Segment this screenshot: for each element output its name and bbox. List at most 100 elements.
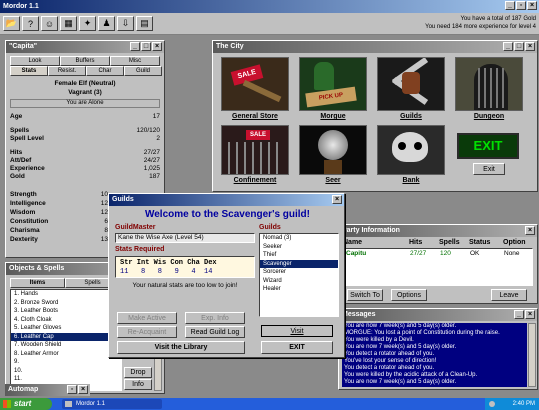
items-list[interactable]: 1. Hands 2. Bronze Sword 3. Leather Boot…: [10, 289, 122, 391]
stat-label: Age: [10, 113, 23, 120]
tab-char[interactable]: Char: [86, 66, 124, 76]
list-item[interactable]: 11.: [11, 375, 121, 384]
message-line: You were killed by the acidic attack of …: [344, 372, 478, 378]
list-item[interactable]: 9.: [11, 358, 121, 367]
list-item[interactable]: 1. Hands: [11, 290, 121, 299]
confinement-link[interactable]: Confinement: [217, 177, 293, 184]
info-button[interactable]: Info: [124, 379, 152, 390]
seer-link[interactable]: Seer: [295, 177, 371, 184]
close-button[interactable]: ×: [152, 42, 162, 51]
start-button[interactable]: start: [0, 398, 52, 410]
table-row[interactable]: Capitu 27/27 120 OK None: [344, 249, 532, 259]
list-item[interactable]: 2. Bronze Sword: [11, 299, 121, 308]
tab-buffers[interactable]: Buffers: [60, 56, 110, 66]
list-item-selected[interactable]: 6. Leather Cap: [11, 332, 121, 341]
automap-window[interactable]: Automap ▫ ×: [5, 384, 90, 396]
character-rank: Vagrant (3): [68, 89, 102, 96]
tab-guild[interactable]: Guild: [124, 66, 162, 76]
party-icon[interactable]: ☺: [41, 16, 58, 31]
attr-row: Wisdom 12: [10, 209, 108, 217]
minimize-button[interactable]: _: [505, 1, 515, 10]
volume-icon[interactable]: [489, 401, 495, 407]
list-item[interactable]: 3. Leather Boots: [11, 307, 121, 316]
leave-button[interactable]: Leave: [491, 289, 527, 301]
guild-item-healer[interactable]: Healer: [260, 285, 338, 294]
guild-item-scavenger[interactable]: Scavenger: [260, 259, 338, 268]
seer-image[interactable]: [299, 125, 367, 175]
restore-button[interactable]: ▫: [516, 1, 526, 10]
exp-info-button[interactable]: Exp. Info: [185, 312, 245, 324]
messages-scrollbar[interactable]: [528, 323, 536, 387]
help-icon[interactable]: ?: [22, 16, 39, 31]
tab-resist[interactable]: Resist.: [48, 66, 86, 76]
bank-image[interactable]: [377, 125, 445, 175]
tab-stats[interactable]: Stats: [10, 66, 48, 76]
maximize-button[interactable]: □: [514, 42, 524, 51]
read-guild-log-button[interactable]: Read Guild Log: [185, 326, 245, 338]
party-table[interactable]: Capitu 27/27 120 OK None: [343, 248, 533, 286]
stat-label: Hits: [10, 149, 23, 156]
options-button[interactable]: Options: [391, 289, 427, 301]
guild-item-seeker[interactable]: Seeker: [260, 243, 338, 252]
export-icon[interactable]: ▤: [136, 16, 153, 31]
general-store-image[interactable]: SALE: [221, 57, 289, 111]
minimize-button[interactable]: _: [130, 42, 140, 51]
list-item[interactable]: 4. Cloth Cloak: [11, 316, 121, 325]
guild-exit-button[interactable]: EXIT: [261, 341, 333, 354]
list-item[interactable]: 5. Leather Gloves: [11, 324, 121, 333]
guild-item-wizard[interactable]: Wizard: [260, 277, 338, 286]
list-item[interactable]: 7. Wooden Shield: [11, 341, 121, 350]
guild-item-nomad[interactable]: Nomad (3): [260, 234, 338, 243]
guild-list[interactable]: Nomad (3) Seeker Thief Scavenger Sorcere…: [259, 233, 339, 317]
stat-row: Experience 1,025: [10, 165, 160, 173]
close-button[interactable]: ×: [527, 1, 537, 10]
minimize-button[interactable]: _: [503, 42, 513, 51]
minimize-button[interactable]: _: [514, 310, 524, 319]
morgue-image[interactable]: PICK UP: [299, 57, 367, 111]
cell-hits: 27/27: [410, 250, 427, 257]
tab-misc[interactable]: Misc: [110, 56, 160, 66]
bank-link[interactable]: Bank: [373, 177, 449, 184]
maximize-button[interactable]: □: [141, 42, 151, 51]
exit-button[interactable]: Exit: [473, 163, 505, 175]
guild-item-sorcerer[interactable]: Sorcerer: [260, 268, 338, 277]
messages-window: Messages _ × You are now 7 week(s) and 5 …: [338, 308, 538, 390]
list-item[interactable]: 8. Leather Armor: [11, 350, 121, 359]
exp-status: You need 184 more experience for level 4: [425, 24, 536, 30]
guilds-image[interactable]: [377, 57, 445, 111]
folder-icon[interactable]: 📂: [3, 16, 20, 31]
close-button[interactable]: ×: [525, 310, 535, 319]
dungeon-image[interactable]: [455, 57, 523, 111]
drop-button[interactable]: Drop: [124, 367, 152, 378]
status-area: You have a total of 187 Gold You need 18…: [425, 15, 536, 31]
stats-header: Str Int Wis Con Cha Dex: [120, 259, 217, 267]
close-button[interactable]: ×: [525, 226, 535, 235]
tab-items[interactable]: Items: [10, 278, 65, 288]
import-icon[interactable]: ⇩: [117, 16, 134, 31]
stats-required-box: Str Int Wis Con Cha Dex 11 8 8 9 4 14: [115, 256, 255, 278]
switch-to-button[interactable]: Switch To: [347, 289, 383, 301]
general-store-link[interactable]: General Store: [217, 113, 293, 120]
spells-icon[interactable]: ✦: [79, 16, 96, 31]
team-icon[interactable]: ♟: [98, 16, 115, 31]
tab-look[interactable]: Look: [10, 56, 60, 66]
list-item[interactable]: 10.: [11, 367, 121, 376]
exit-sign[interactable]: EXIT: [457, 133, 519, 159]
visit-button[interactable]: Visit: [261, 325, 333, 337]
guilds-link[interactable]: Guilds: [373, 113, 449, 120]
dungeon-link[interactable]: Dungeon: [451, 113, 527, 120]
restore-button[interactable]: ▫: [67, 385, 77, 394]
confinement-image[interactable]: SALE: [221, 125, 289, 175]
morgue-link[interactable]: Morgue: [295, 113, 371, 120]
close-button[interactable]: ×: [78, 385, 88, 394]
map-icon[interactable]: ▦: [60, 16, 77, 31]
taskbar-item-mordor[interactable]: Mordor 1.1: [62, 399, 162, 409]
visit-library-button[interactable]: Visit the Library: [117, 341, 245, 354]
guild-item-thief[interactable]: Thief: [260, 251, 338, 260]
attr-row: Dexterity 13: [10, 236, 108, 244]
make-active-button[interactable]: Make Active: [117, 312, 177, 324]
re-acquaint-button[interactable]: Re-Acquaint: [117, 326, 177, 338]
close-button[interactable]: ×: [332, 195, 342, 204]
close-button[interactable]: ×: [525, 42, 535, 51]
stat-value: 2: [156, 135, 160, 142]
